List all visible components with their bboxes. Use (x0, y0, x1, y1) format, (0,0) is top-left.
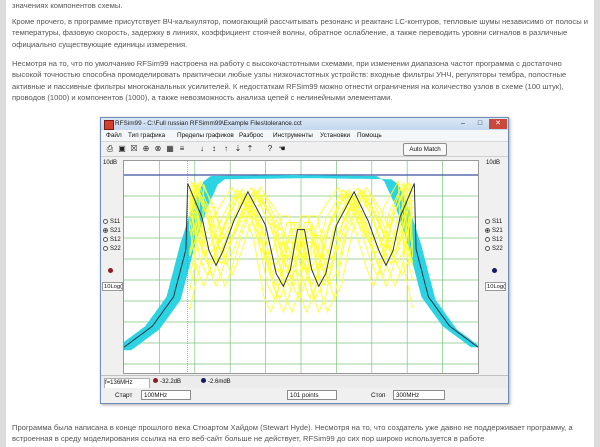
close-box-icon[interactable]: ☒ (129, 144, 139, 154)
menu-bar: Файл Тип графика Пределы графиков Разбро… (101, 130, 508, 142)
left-radio-s22[interactable]: S22 (103, 245, 121, 254)
radio-dot-icon (103, 246, 108, 251)
radio-dot-icon (485, 228, 490, 233)
menu-plot-limits[interactable]: Пределы графиков (177, 130, 234, 141)
crosshair-circle-icon[interactable]: ⊗ (153, 144, 163, 154)
left-marker-dot[interactable] (108, 268, 113, 273)
radio-dot-icon (485, 219, 490, 224)
app-icon (104, 120, 114, 130)
arrow-up-icon[interactable]: ↑ (221, 144, 231, 154)
menu-tools[interactable]: Инструменты (273, 130, 313, 141)
hand-icon[interactable]: ☚ (277, 144, 287, 154)
left-radio-s12[interactable]: S12 (103, 236, 121, 245)
article-paragraph-1: Кроме прочего, в программе присутствует … (12, 17, 589, 49)
menu-tolerance[interactable]: Разброс (239, 130, 263, 141)
menu-plot-type[interactable]: Тип графика (128, 130, 165, 141)
article-paragraph-3: Программа была написана в конце прошлого… (12, 423, 573, 444)
question-icon[interactable]: ? (265, 144, 275, 154)
left-scale-label: 10dB (103, 160, 118, 166)
right-radio-s11[interactable]: S11 (485, 218, 502, 227)
right-mode-box[interactable]: 10Log(P (485, 282, 506, 291)
stop-label: Стоп (371, 392, 386, 399)
lines-icon[interactable]: ≡ (177, 144, 187, 154)
toolbar: Auto Match ⎙ ▣ ☒ ⊕ ⊗ ▦ ≡ ↓ ↕ ↑ ⇣ ⇡? ☚ (101, 142, 508, 157)
radio-dot-icon (103, 237, 108, 242)
close-button[interactable]: ✕ (489, 119, 507, 129)
window-titlebar: RFSim99 - C:\Full russian RFSimm99\Examp… (101, 118, 508, 130)
radio-dot-icon (103, 219, 108, 224)
radio-label: S11 (110, 219, 121, 225)
left-radio-s21[interactable]: S21 (103, 227, 121, 236)
radio-label: S12 (492, 237, 503, 243)
maximize-button[interactable]: □ (472, 119, 488, 129)
radio-dot-icon (485, 246, 490, 251)
arrow-up-alt-icon[interactable]: ⇡ (245, 144, 255, 154)
marker1-value: -32.2dB (160, 379, 182, 385)
article-card: значениях компонентов схемы. Кроме проче… (6, 0, 594, 447)
auto-match-button[interactable]: Auto Match (403, 143, 447, 156)
radio-label: S21 (110, 228, 121, 234)
s21-chart (124, 161, 478, 373)
arrow-down-alt-icon[interactable]: ⇣ (233, 144, 243, 154)
marker2-readout: -2.6mdB (201, 378, 245, 387)
radio-label: S21 (492, 228, 503, 234)
start-frequency-input[interactable]: 100MHz (141, 390, 191, 400)
right-radio-s12[interactable]: S12 (485, 236, 503, 245)
frequency-range-bar: Старт 100MHz 101 points Стоп 300MHz (101, 388, 508, 403)
left-mode-box[interactable]: 10Log(P (102, 282, 123, 291)
article-line-0: значениях компонентов схемы. (12, 1, 123, 10)
crosshair-icon[interactable]: ⊕ (141, 144, 151, 154)
article-paragraph-2: Несмотря на то, что по умолчанию RFSim99… (12, 59, 567, 103)
right-radio-s22[interactable]: S22 (485, 245, 503, 254)
print-icon[interactable]: ⎙ (105, 144, 115, 154)
radio-dot-icon (103, 228, 108, 233)
rfsim-window-screenshot: RFSim99 - C:\Full russian RFSimm99\Examp… (100, 117, 509, 404)
right-marker-dot[interactable] (492, 268, 497, 273)
response-plot (123, 160, 479, 374)
window-title: RFSim99 - C:\Full russian RFSimm99\Examp… (115, 120, 302, 127)
radio-label: S12 (110, 237, 121, 243)
radio-label: S11 (492, 219, 503, 225)
points-input[interactable]: 101 points (287, 390, 337, 400)
menu-file[interactable]: Файл (106, 130, 122, 141)
arrow-down-icon[interactable]: ↓ (197, 144, 207, 154)
marker1-readout: -32.2dB (153, 378, 197, 387)
radio-label: S22 (492, 246, 503, 252)
marker2-dot-icon (201, 378, 206, 383)
right-radio-s21[interactable]: S21 (485, 227, 503, 236)
arrow-up-down-icon[interactable]: ↕ (209, 144, 219, 154)
left-radio-s11[interactable]: S11 (103, 218, 120, 227)
stop-frequency-input[interactable]: 300MHz (393, 390, 445, 400)
status-bar: f=136MHz -32.2dB -2.6mdB (101, 375, 508, 389)
marker1-dot-icon (153, 378, 158, 383)
minimize-button[interactable]: – (455, 119, 471, 129)
grid-icon[interactable]: ▦ (165, 144, 175, 154)
right-scale-label: 10dB (486, 160, 501, 166)
save-icon[interactable]: ▣ (117, 144, 127, 154)
menu-settings[interactable]: Установки (320, 130, 350, 141)
radio-label: S22 (110, 246, 121, 252)
menu-help[interactable]: Помощь (357, 130, 382, 141)
radio-dot-icon (485, 237, 490, 242)
start-label: Старт (115, 392, 133, 399)
marker2-value: -2.6mdB (208, 379, 231, 385)
